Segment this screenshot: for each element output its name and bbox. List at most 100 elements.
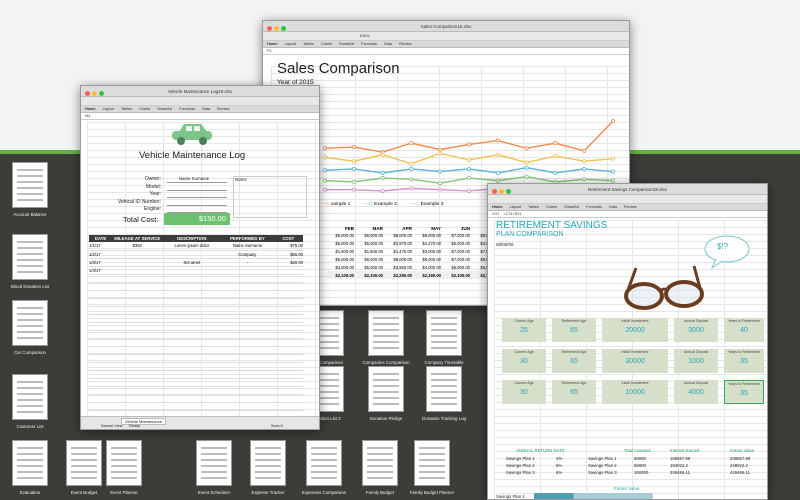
empty-cell[interactable] xyxy=(273,306,303,315)
empty-cell[interactable] xyxy=(112,346,163,355)
zoom-button[interactable] xyxy=(99,91,104,96)
empty-cell[interactable] xyxy=(89,322,113,331)
ribbon-tab-tables[interactable]: Tables xyxy=(303,42,314,46)
summary-cell[interactable]: 150000 xyxy=(634,470,648,475)
summary-cell[interactable]: Savings Plan 1 xyxy=(588,456,617,461)
plan-cell[interactable]: Initial Investment 10000 xyxy=(602,380,668,404)
ribbon-tab-home[interactable]: Home xyxy=(85,107,96,111)
empty-cell[interactable] xyxy=(162,362,222,371)
empty-cell[interactable] xyxy=(112,354,163,363)
ribbon-tab-charts[interactable]: Charts xyxy=(321,42,332,46)
template-thumbnail[interactable]: Evaluation xyxy=(6,440,54,495)
summary-cell[interactable]: Savings Plan 1 xyxy=(506,456,535,461)
summary-cell[interactable]: 184022.2 xyxy=(670,463,688,468)
empty-cell[interactable] xyxy=(89,386,113,395)
empty-cell[interactable] xyxy=(221,274,274,283)
empty-cell[interactable] xyxy=(273,386,303,395)
empty-cell[interactable] xyxy=(273,274,303,283)
ribbon-tab-layout[interactable]: Layout xyxy=(285,42,296,46)
summary-cell[interactable]: 6% xyxy=(556,470,562,475)
ribbon-tab-review[interactable]: Review xyxy=(399,42,411,46)
empty-cell[interactable] xyxy=(89,362,113,371)
empty-cell[interactable] xyxy=(273,338,303,347)
empty-cell[interactable] xyxy=(89,330,113,339)
ribbon-tab-home[interactable]: Home xyxy=(267,42,278,46)
table-cell[interactable]: Name Surname xyxy=(221,242,274,251)
empty-cell[interactable] xyxy=(89,306,113,315)
ribbon-tab-layout[interactable]: Layout xyxy=(510,205,521,209)
empty-cell[interactable] xyxy=(162,314,222,323)
empty-cell[interactable] xyxy=(162,346,222,355)
empty-cell[interactable] xyxy=(221,282,274,291)
field-input[interactable] xyxy=(167,204,227,206)
empty-cell[interactable] xyxy=(273,378,303,387)
table-cell[interactable]: $5,000.00 xyxy=(356,239,385,247)
plan-cell[interactable]: Annual Deposit 1000 xyxy=(674,349,718,373)
cell-reference[interactable]: G31 xyxy=(492,212,499,216)
empty-cell[interactable] xyxy=(162,330,222,339)
table-cell[interactable]: $3,950.00 xyxy=(385,263,414,271)
summary-cell[interactable]: Savings Plan 2 xyxy=(506,463,535,468)
ribbon-tab-formulas[interactable]: Formulas xyxy=(179,107,195,111)
empty-cell[interactable] xyxy=(273,370,303,379)
empty-cell[interactable] xyxy=(221,394,274,403)
table-cell[interactable]: Company xyxy=(221,250,274,259)
table-cell[interactable]: $1,600.00 xyxy=(327,247,356,255)
empty-cell[interactable] xyxy=(112,298,163,307)
worksheet[interactable]: Vehicle Maintenance Log Owner: Model: Year… xyxy=(87,122,319,429)
summary-cell[interactable]: 339486.11 xyxy=(670,470,690,475)
template-thumbnail[interactable]: Company Timetable xyxy=(420,310,468,365)
worksheet[interactable]: RETIREMENT SAVINGS PLAN COMPARISON 00/00… xyxy=(494,220,767,499)
summary-cell[interactable]: Savings Plan 3 xyxy=(588,470,617,475)
summary-cell[interactable]: 5% xyxy=(556,463,562,468)
empty-cell[interactable] xyxy=(221,402,274,411)
empty-cell[interactable] xyxy=(162,322,222,331)
table-cell[interactable]: $6,000.00 xyxy=(414,231,443,239)
empty-cell[interactable] xyxy=(89,402,113,411)
empty-cell[interactable] xyxy=(221,370,274,379)
template-thumbnail[interactable]: Family Budget xyxy=(356,440,404,495)
empty-cell[interactable] xyxy=(162,378,222,387)
empty-cell[interactable] xyxy=(89,274,113,283)
empty-cell[interactable] xyxy=(273,354,303,363)
template-thumbnail[interactable]: Event Planner xyxy=(100,440,148,495)
ribbon-tab-tables[interactable]: Tables xyxy=(528,205,539,209)
plan-cell[interactable]: Years to Retirement 35 xyxy=(724,380,764,404)
ribbon-tab-smartart[interactable]: SmartArt xyxy=(339,42,354,46)
table-cell[interactable]: $6,000.00 xyxy=(356,255,385,263)
empty-cell[interactable] xyxy=(273,330,303,339)
plan-cell[interactable]: Current Age 30 xyxy=(502,380,546,404)
cell-reference[interactable]: P2 xyxy=(267,49,272,53)
ribbon-tab-home[interactable]: Home xyxy=(492,205,503,209)
template-thumbnail[interactable]: Car Comparison xyxy=(6,300,54,355)
table-cell[interactable]: $7,000.00 xyxy=(443,231,472,239)
empty-cell[interactable] xyxy=(112,394,163,403)
plan-cell[interactable]: Years to Retirement 35 xyxy=(724,349,764,373)
summary-cell[interactable]: 80000 xyxy=(634,456,646,461)
table-cell[interactable]: $1,470.00 xyxy=(385,247,414,255)
ribbon-tab-charts[interactable]: Charts xyxy=(139,107,150,111)
summary-cell[interactable]: 249022.2 xyxy=(730,463,748,468)
template-thumbnail[interactable]: Family Budget Planner xyxy=(408,440,456,495)
field-input[interactable] xyxy=(167,182,227,183)
table-cell[interactable]: $3,970.00 xyxy=(385,239,414,247)
ribbon-tab-charts[interactable]: Charts xyxy=(546,205,557,209)
table-cell[interactable] xyxy=(273,266,303,275)
empty-cell[interactable] xyxy=(273,362,303,371)
ribbon-tab-review[interactable]: Review xyxy=(624,205,636,209)
empty-cell[interactable] xyxy=(162,402,222,411)
table-cell[interactable]: 1/2/17 xyxy=(89,250,113,259)
empty-cell[interactable] xyxy=(112,338,163,347)
table-cell[interactable] xyxy=(112,250,163,259)
table-cell[interactable]: $3,000.00 xyxy=(414,247,443,255)
template-thumbnail[interactable]: Donation Pledge xyxy=(362,366,410,421)
plan-cell[interactable]: Initial Investment 30000 xyxy=(602,349,668,373)
summary-cell[interactable]: 238657.69 xyxy=(730,456,750,461)
sheet-tab[interactable]: Vehicle Maintenance xyxy=(121,418,166,425)
empty-cell[interactable] xyxy=(273,298,303,307)
table-cell[interactable]: - xyxy=(221,258,274,267)
empty-cell[interactable] xyxy=(273,282,303,291)
summary-cell[interactable]: 65000 xyxy=(634,463,646,468)
empty-cell[interactable] xyxy=(221,290,274,299)
ribbon-tab-formulas[interactable]: Formulas xyxy=(586,205,602,209)
